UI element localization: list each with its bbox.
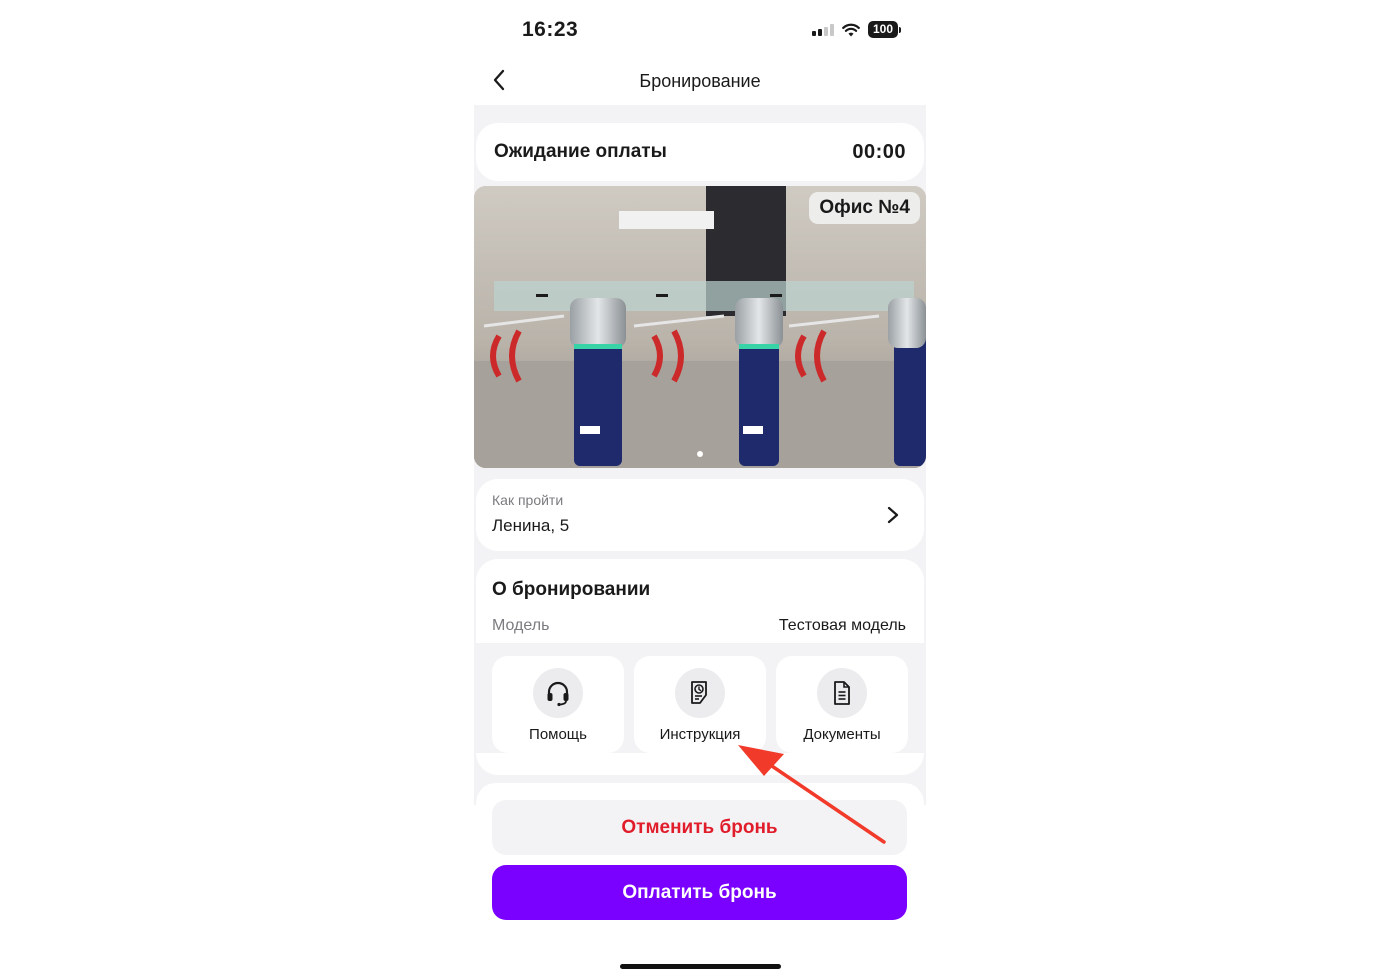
- instruction-label: Инструкция: [659, 726, 741, 743]
- pay-booking-button[interactable]: Оплатить бронь: [492, 865, 907, 920]
- chevron-right-icon: [887, 506, 899, 524]
- cellular-signal-icon: [811, 23, 834, 36]
- help-button[interactable]: Помощь: [492, 656, 624, 753]
- route-address: Ленина, 5: [492, 516, 570, 535]
- quick-actions: Помощь Инструкция Документы: [476, 643, 924, 753]
- carousel-dot-active: [697, 451, 703, 457]
- route-card[interactable]: Как пройти Ленина, 5: [476, 479, 924, 551]
- document-icon: [834, 681, 850, 705]
- carousel-pagination: [474, 451, 926, 457]
- documents-button[interactable]: Документы: [776, 656, 908, 753]
- office-photo: [474, 186, 926, 468]
- office-photo-carousel[interactable]: Офис №4: [474, 186, 926, 468]
- payment-timer: 00:00: [852, 140, 906, 163]
- instruction-doc-icon: [691, 681, 707, 704]
- help-icon-circle: [533, 668, 583, 718]
- help-label: Помощь: [529, 726, 587, 743]
- booking-info-card: О бронировании Модель Тестовая модель По…: [476, 559, 924, 775]
- documents-label: Документы: [803, 726, 881, 743]
- model-label: Модель: [492, 617, 550, 634]
- office-badge: Офис №4: [809, 192, 920, 224]
- cancel-booking-button[interactable]: Отменить бронь: [492, 800, 907, 855]
- content-area: Ожидание оплаты 00:00 Офис №4 Как пройти…: [474, 105, 926, 823]
- home-indicator: [620, 964, 781, 969]
- headset-icon: [547, 681, 569, 707]
- page-title: Бронирование: [639, 71, 761, 91]
- wifi-icon: [842, 23, 860, 36]
- payment-status-label: Ожидание оплаты: [494, 141, 667, 162]
- payment-status-card: Ожидание оплаты 00:00: [476, 123, 924, 181]
- status-time: 16:23: [522, 18, 579, 41]
- route-label: Как пройти: [492, 492, 564, 508]
- phone-screen: 16:23 100 Бронирование Ожидание оплаты 0…: [474, 0, 926, 979]
- status-icons: 100: [811, 21, 902, 38]
- instruction-button[interactable]: Инструкция: [634, 656, 766, 753]
- battery-icon: 100: [867, 21, 902, 38]
- instruction-icon-circle: [675, 668, 725, 718]
- documents-icon-circle: [817, 668, 867, 718]
- model-value: Тестовая модель: [778, 617, 906, 634]
- header: Бронирование: [474, 60, 926, 104]
- booking-section-title: О бронировании: [492, 579, 651, 600]
